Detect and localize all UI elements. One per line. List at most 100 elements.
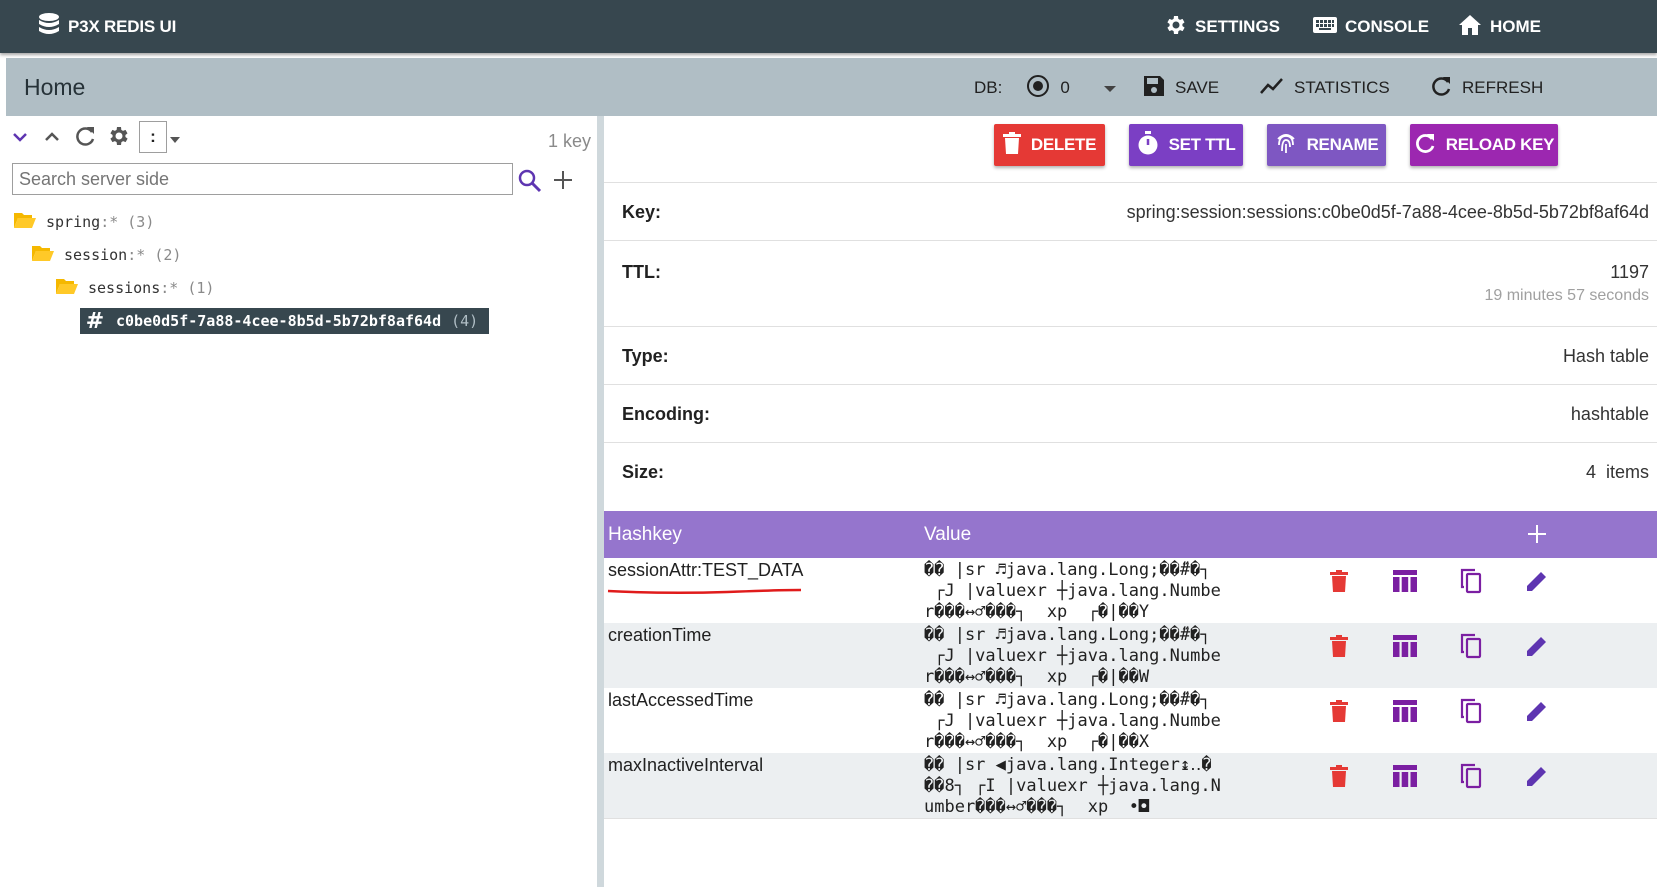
delete-field-trash-icon[interactable] — [1326, 568, 1352, 594]
chevron-down-icon[interactable] — [1103, 78, 1116, 98]
hash-icon: # — [85, 308, 105, 334]
folder-open-icon — [56, 277, 78, 299]
set-ttl-button[interactable]: SET TTL — [1129, 124, 1243, 166]
hash-key: creationTime — [608, 625, 712, 645]
database-icon — [38, 12, 60, 43]
add-key-icon[interactable] — [553, 170, 573, 195]
key-tree-pane: : 1 key spring:* (3) session:* (2) sessi… — [6, 116, 597, 887]
hash-table-header: Hashkey Value — [604, 511, 1657, 558]
delete-field-trash-icon[interactable] — [1326, 763, 1352, 789]
table-bottom-border — [604, 818, 1657, 819]
tree-folder-spring[interactable]: spring:* (3) — [14, 210, 154, 234]
size-row: Size: 4 items — [604, 442, 1657, 512]
hash-key: lastAccessedTime — [608, 690, 754, 710]
hash-value: �� |sr ◀java.lang.Integer↨‥� ��8┐ ┌I |va… — [924, 755, 1221, 817]
rename-label: RENAME — [1306, 135, 1379, 154]
key-count: 1 key — [547, 131, 591, 151]
ttl-human: 19 minutes 57 seconds — [1484, 287, 1649, 304]
save-icon — [1143, 75, 1165, 102]
copy-icon[interactable] — [1458, 633, 1484, 659]
edit-pencil-icon[interactable] — [1524, 568, 1550, 594]
separator-dropdown-icon[interactable] — [170, 130, 180, 148]
tree-folder-session[interactable]: session:* (2) — [32, 243, 181, 267]
reload-icon — [1414, 132, 1436, 159]
selected-key-count: (4) — [451, 312, 479, 330]
key-row: Key: spring:session:sessions:c0be0d5f-7a… — [604, 182, 1657, 241]
db-value: 0 — [1060, 78, 1070, 97]
view-table-icon[interactable] — [1392, 633, 1418, 659]
save-button[interactable]: SAVE — [1143, 75, 1219, 101]
encoding-value: hashtable — [1570, 404, 1649, 424]
refresh-label: REFRESH — [1462, 78, 1544, 97]
size-value: 4 items — [1585, 462, 1649, 482]
rename-key-button[interactable]: RENAME — [1267, 124, 1386, 166]
size-label: Size: — [622, 462, 665, 482]
trending-up-icon — [1260, 77, 1284, 100]
annotation-underline — [607, 582, 803, 600]
hash-key: maxInactiveInterval — [608, 755, 764, 775]
edit-pencil-icon[interactable] — [1524, 633, 1550, 659]
app-bar: P3X REDIS UI SETTINGS CONSOLE HOME — [0, 0, 1657, 53]
settings-button[interactable]: SETTINGS — [1163, 12, 1280, 42]
view-table-icon[interactable] — [1392, 698, 1418, 724]
ttl-label: TTL: — [622, 262, 661, 282]
separator-select[interactable]: : — [139, 121, 167, 153]
view-table-icon[interactable] — [1392, 763, 1418, 789]
home-button[interactable]: HOME — [1458, 12, 1541, 42]
tree-node-name: spring — [46, 213, 101, 231]
keyboard-icon — [1313, 15, 1337, 40]
reload-key-button[interactable]: RELOAD KEY — [1410, 124, 1558, 166]
key-label: Key: — [622, 202, 662, 222]
search-icon[interactable] — [518, 169, 542, 198]
db-label: DB: — [974, 78, 1003, 97]
delete-field-trash-icon[interactable] — [1326, 633, 1352, 659]
add-hash-field-icon[interactable] — [1527, 524, 1547, 550]
tree-key-selected[interactable]: # c0be0d5f-7a88-4cee-8b5d-5b72bf8af64d (… — [80, 308, 489, 334]
collapse-all-icon[interactable] — [44, 130, 60, 148]
console-button[interactable]: CONSOLE — [1313, 12, 1429, 42]
brand[interactable]: P3X REDIS UI — [38, 12, 177, 43]
settings-label: SETTINGS — [1195, 17, 1281, 36]
hash-row: lastAccessedTime �� |sr ♬java.lang.Long;… — [604, 688, 1657, 753]
refresh-tree-icon[interactable] — [74, 125, 96, 152]
pane-resizer[interactable] — [597, 116, 604, 887]
app-title: P3X REDIS UI — [68, 17, 177, 36]
copy-icon[interactable] — [1458, 763, 1484, 789]
type-label: Type: — [622, 346, 669, 366]
encoding-label: Encoding: — [622, 404, 710, 424]
separator-value: : — [150, 127, 156, 146]
hash-value: �� |sr ♬java.lang.Long;��̋#�┐ ┌J |valuex… — [924, 560, 1221, 622]
delete-key-button[interactable]: DELETE — [994, 124, 1105, 166]
edit-pencil-icon[interactable] — [1524, 763, 1550, 789]
tree-node-count: (3) — [127, 213, 155, 231]
statistics-button[interactable]: STATISTICS — [1260, 75, 1390, 101]
edit-pencil-icon[interactable] — [1524, 698, 1550, 724]
key-value: spring:session:sessions:c0be0d5f-7a88-4c… — [1126, 202, 1649, 222]
col-value: Value — [924, 524, 972, 545]
save-label: SAVE — [1175, 78, 1220, 97]
db-selector[interactable]: DB: 0 — [974, 74, 1116, 103]
delete-field-trash-icon[interactable] — [1326, 698, 1352, 724]
hash-row: creationTime �� |sr ♬java.lang.Long;��̋#… — [604, 623, 1657, 688]
folder-open-icon — [14, 211, 36, 233]
copy-icon[interactable] — [1458, 698, 1484, 724]
type-value: Hash table — [1562, 346, 1649, 366]
expand-all-icon[interactable] — [12, 130, 28, 148]
tree-settings-gear-icon[interactable] — [106, 124, 130, 153]
refresh-button[interactable]: REFRESH — [1430, 75, 1543, 101]
trash-icon — [1002, 131, 1021, 159]
tree-node-count: (1) — [187, 279, 215, 297]
view-table-icon[interactable] — [1392, 568, 1418, 594]
folder-open-icon — [32, 244, 54, 266]
delete-label: DELETE — [1030, 135, 1097, 154]
copy-icon[interactable] — [1458, 568, 1484, 594]
tree-node-name: sessions — [88, 279, 161, 297]
selected-key-name: c0be0d5f-7a88-4cee-8b5d-5b72bf8af64d — [116, 312, 442, 330]
statistics-label: STATISTICS — [1294, 78, 1390, 97]
search-input[interactable] — [12, 163, 513, 195]
tree-folder-sessions[interactable]: sessions:* (1) — [56, 276, 214, 300]
radio-icon — [1026, 74, 1050, 103]
hash-value: �� |sr ♬java.lang.Long;��̋#�┐ ┌J |valuex… — [924, 690, 1221, 752]
ttl-row: TTL: 1197 19 minutes 57 seconds — [604, 240, 1657, 327]
encoding-row: Encoding: hashtable — [604, 384, 1657, 443]
